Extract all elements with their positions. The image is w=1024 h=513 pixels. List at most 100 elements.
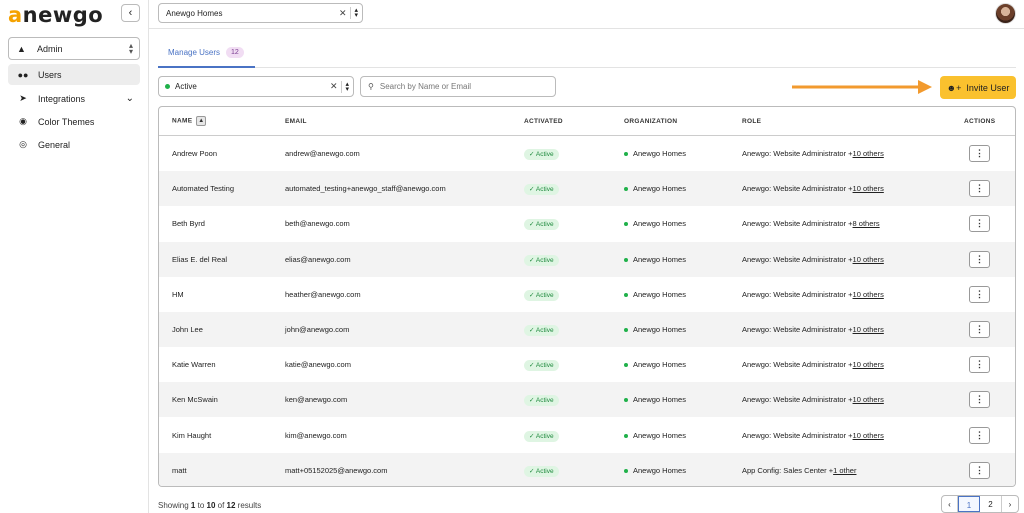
sidebar-item-color-themes[interactable]: ◉ Color Themes bbox=[8, 111, 140, 132]
page-2-button[interactable]: 2 bbox=[980, 496, 1002, 512]
role-text: Anewgo: Website Administrator + bbox=[742, 430, 853, 440]
activated-cell: ✓ Active bbox=[524, 219, 559, 231]
tab-manage-users[interactable]: Manage Users 12 bbox=[158, 39, 255, 68]
role-text: App Config: Sales Center + bbox=[742, 465, 834, 475]
user-name: matt bbox=[172, 465, 187, 475]
row-actions-button[interactable]: ⋮ bbox=[969, 250, 990, 268]
status-dot-icon bbox=[624, 152, 628, 157]
role-cell: Anewgo: Website Administrator +10 others bbox=[742, 360, 884, 369]
row-actions-button[interactable]: ⋮ bbox=[969, 285, 990, 303]
invite-user-button[interactable]: ☻+ Invite User bbox=[940, 76, 1016, 99]
users-icon: ●● bbox=[17, 69, 29, 80]
user-name: Elias E. del Real bbox=[172, 254, 228, 264]
search-input[interactable] bbox=[379, 82, 540, 91]
search-field[interactable]: ⚲ bbox=[360, 76, 556, 97]
chevron-updown-icon[interactable]: ▴ ▾ bbox=[345, 81, 349, 93]
activated-cell: ✓ Active bbox=[524, 289, 559, 301]
actions-column-header: ACTIONS bbox=[964, 117, 996, 125]
role-text: Anewgo: Website Administrator + bbox=[742, 254, 853, 264]
other-roles-link[interactable]: 10 others bbox=[853, 360, 884, 369]
user-name: Beth Byrd bbox=[172, 219, 205, 229]
anewgo-logo[interactable]: anewgo bbox=[8, 3, 103, 27]
admin-select[interactable]: ▲ Admin ▴ ▾ bbox=[8, 37, 140, 60]
check-icon: ✓ bbox=[529, 432, 535, 440]
sidebar-item-label: Users bbox=[38, 69, 62, 80]
top-bar: Anewgo Homes ✕ ▴ ▾ bbox=[149, 0, 1024, 29]
table-row: Automated Testing automated_testing+anewg… bbox=[159, 171, 1015, 207]
check-icon: ✓ bbox=[529, 151, 535, 158]
row-actions-button[interactable]: ⋮ bbox=[969, 426, 990, 444]
user-name: Andrew Poon bbox=[172, 149, 218, 158]
other-roles-link[interactable]: 10 others bbox=[853, 184, 884, 193]
row-actions-button[interactable]: ⋮ bbox=[969, 321, 990, 338]
more-vertical-icon: ⋮ bbox=[975, 183, 984, 194]
other-roles-link[interactable]: 10 others bbox=[853, 255, 884, 264]
other-roles-link[interactable]: 10 others bbox=[853, 395, 884, 404]
organization-column-header: ORGANIZATION bbox=[624, 117, 678, 125]
user-name: Automated Testing bbox=[172, 184, 234, 194]
row-actions-button[interactable]: ⋮ bbox=[969, 356, 990, 374]
activated-cell: ✓ Active bbox=[524, 149, 559, 160]
organization-name: Anewgo Homes bbox=[633, 325, 686, 334]
table-row: matt matt+05152025@anewgo.com ✓ Active Anew… bbox=[159, 452, 1015, 486]
sidebar-item-label: Integrations bbox=[38, 93, 86, 104]
organization-name: Anewgo Homes bbox=[633, 149, 686, 158]
other-roles-link[interactable]: 8 others bbox=[853, 219, 880, 228]
status-text: Active bbox=[535, 397, 554, 405]
header-label: NAME bbox=[172, 117, 193, 125]
other-roles-link[interactable]: 10 others bbox=[853, 149, 884, 158]
next-page-button[interactable]: › bbox=[1002, 496, 1018, 512]
organization-cell: Anewgo Homes bbox=[624, 149, 686, 158]
check-icon: ✓ bbox=[529, 397, 535, 405]
status-badge: ✓ Active bbox=[524, 430, 559, 442]
more-vertical-icon: ⋮ bbox=[975, 148, 984, 158]
user-email: matt+05152025@anewgo.com bbox=[285, 465, 388, 475]
row-actions-button[interactable]: ⋮ bbox=[969, 145, 990, 162]
company-select[interactable]: Anewgo Homes ✕ ▴ ▾ bbox=[158, 3, 363, 23]
sidebar-item-integrations[interactable]: ➤ Integrations ⌄ bbox=[8, 88, 140, 109]
more-vertical-icon: ⋮ bbox=[975, 429, 984, 440]
table-row: Kim Haught kim@anewgo.com ✓ Active Anewgo H… bbox=[159, 418, 1015, 453]
admin-select-label: Admin bbox=[37, 43, 63, 54]
table-row: HM heather@anewgo.com ✓ Active Anewgo Homes… bbox=[159, 277, 1015, 312]
status-dot-icon bbox=[624, 398, 628, 403]
users-table: NAME ▲ EMAIL ACTIVATED ORGANIZATION ROLE … bbox=[158, 106, 1016, 487]
row-actions-button[interactable]: ⋮ bbox=[969, 461, 990, 479]
chevron-updown-icon[interactable]: ▴ ▾ bbox=[354, 7, 358, 19]
other-roles-link[interactable]: 10 others bbox=[853, 325, 884, 334]
sidebar-item-general[interactable]: ◎ General bbox=[8, 134, 140, 155]
more-vertical-icon: ⋮ bbox=[975, 253, 984, 264]
clear-icon[interactable]: ✕ bbox=[339, 8, 347, 19]
clear-icon[interactable]: ✕ bbox=[330, 81, 338, 92]
role-text: Anewgo: Website Administrator + bbox=[742, 184, 853, 194]
sidebar-item-users[interactable]: ●● Users bbox=[8, 64, 140, 85]
status-text: Active bbox=[535, 186, 554, 194]
user-email: beth@anewgo.com bbox=[285, 219, 350, 229]
page-1-button[interactable]: 1 bbox=[958, 496, 980, 512]
name-column-header[interactable]: NAME ▲ bbox=[172, 116, 207, 126]
pointer-arrow-icon bbox=[792, 80, 932, 94]
other-roles-link[interactable]: 10 others bbox=[853, 431, 884, 440]
role-text: Anewgo: Website Administrator + bbox=[742, 219, 853, 229]
status-badge: ✓ Active bbox=[524, 219, 559, 231]
user-count-badge: 12 bbox=[226, 47, 244, 58]
row-actions-button[interactable]: ⋮ bbox=[969, 180, 990, 198]
other-roles-link[interactable]: 10 others bbox=[853, 290, 884, 299]
status-badge: ✓ Active bbox=[524, 289, 559, 301]
table-row: Elias E. del Real elias@anewgo.com ✓ Activ… bbox=[159, 241, 1015, 277]
more-vertical-icon: ⋮ bbox=[975, 464, 984, 475]
other-roles-link[interactable]: 1 other bbox=[833, 466, 856, 475]
collapse-sidebar-button[interactable]: ‹ bbox=[121, 4, 140, 22]
check-icon: ✓ bbox=[529, 221, 535, 229]
status-filter-select[interactable]: Active ✕ ▴ ▾ bbox=[158, 76, 354, 97]
sort-icon[interactable]: ▲ bbox=[196, 116, 207, 126]
status-dot-icon bbox=[165, 84, 170, 89]
status-badge: ✓ Active bbox=[524, 184, 559, 196]
table-header: NAME ▲ EMAIL ACTIVATED ORGANIZATION ROLE … bbox=[159, 107, 1015, 136]
role-text: Anewgo: Website Administrator + bbox=[742, 149, 853, 158]
user-avatar[interactable] bbox=[995, 3, 1016, 24]
row-actions-button[interactable]: ⋮ bbox=[969, 215, 990, 233]
row-actions-button[interactable]: ⋮ bbox=[969, 391, 990, 409]
prev-page-button[interactable]: ‹ bbox=[942, 496, 958, 512]
role-text: Anewgo: Website Administrator + bbox=[742, 395, 853, 405]
